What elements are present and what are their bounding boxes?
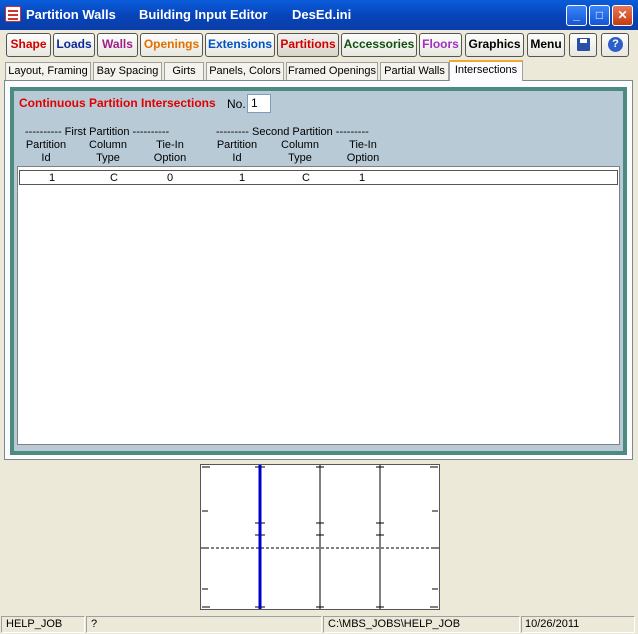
count-input[interactable]: 1 (247, 94, 271, 113)
window-subtitle: Building Input Editor (139, 7, 268, 22)
cell-tie-in-option-1[interactable]: 0 (150, 172, 190, 184)
tab-framed-openings[interactable]: Framed Openings (286, 62, 378, 80)
cell-column-type-1[interactable]: C (94, 172, 134, 184)
walls-button[interactable]: Walls (97, 33, 138, 57)
tab-girts[interactable]: Girts (164, 62, 204, 80)
main-toolbar: Shape Loads Walls Openings Extensions Pa… (0, 30, 638, 59)
status-path: C:\MBS_JOBS\HELP_JOB (323, 616, 520, 633)
status-date: 10/26/2011 (521, 616, 635, 633)
col-header-partition-id-2: Partition Id (216, 139, 258, 164)
tab-intersections[interactable]: Intersections (449, 60, 523, 81)
intersections-frame: Continuous Partition Intersections No. 1… (10, 87, 627, 455)
section-title: Continuous Partition Intersections (19, 96, 216, 110)
cell-partition-id-1[interactable]: 1 (32, 172, 72, 184)
cell-tie-in-option-2[interactable]: 1 (342, 172, 382, 184)
plan-drawing (201, 465, 439, 609)
loads-button[interactable]: Loads (53, 33, 95, 57)
openings-button[interactable]: Openings (140, 33, 203, 57)
window-title: Partition Walls (26, 7, 116, 22)
menu-button[interactable]: Menu (527, 33, 565, 57)
title-bar[interactable]: Partition Walls Building Input Editor De… (0, 0, 638, 30)
maximize-button[interactable]: □ (589, 5, 610, 26)
first-partition-header: ---------- First Partition ---------- (25, 126, 170, 138)
col-header-column-type-1: Column Type (89, 139, 127, 164)
accessories-button[interactable]: Accessories (341, 33, 417, 57)
col-header-column-type-2: Column Type (281, 139, 319, 164)
col-header-tie-in-option-1: Tie-In Option (153, 139, 187, 164)
save-icon (577, 38, 590, 51)
tab-strip: Layout, Framing Bay Spacing Girts Panels… (0, 60, 638, 81)
help-button[interactable]: ? (601, 33, 629, 57)
close-button[interactable]: ✕ (612, 5, 633, 26)
window-file: DesEd.ini (292, 7, 352, 22)
help-icon: ? (608, 37, 623, 52)
table-row[interactable]: 1 C 0 1 C 1 (19, 170, 618, 185)
extensions-button[interactable]: Extensions (205, 33, 275, 57)
status-job: HELP_JOB (1, 616, 85, 633)
status-help: ? (86, 616, 322, 633)
floors-button[interactable]: Floors (419, 33, 462, 57)
minimize-button[interactable]: _ (566, 5, 587, 26)
building-plan-preview (200, 464, 440, 610)
tab-layout-framing[interactable]: Layout, Framing (5, 62, 91, 80)
partitions-button[interactable]: Partitions (277, 33, 339, 57)
tab-bay-spacing[interactable]: Bay Spacing (93, 62, 162, 80)
graphics-button[interactable]: Graphics (465, 33, 524, 57)
status-bar: HELP_JOB ? C:\MBS_JOBS\HELP_JOB 10/26/20… (0, 615, 638, 634)
app-icon (5, 6, 21, 22)
col-header-partition-id-1: Partition Id (25, 139, 67, 164)
count-label: No. (227, 97, 246, 111)
intersections-table[interactable]: 1 C 0 1 C 1 (17, 166, 620, 445)
tab-partial-walls[interactable]: Partial Walls (380, 62, 449, 80)
intersections-panel: Continuous Partition Intersections No. 1… (4, 80, 633, 460)
tab-panels-colors[interactable]: Panels, Colors (206, 62, 284, 80)
col-header-tie-in-option-2: Tie-In Option (346, 139, 380, 164)
second-partition-header: --------- Second Partition --------- (216, 126, 369, 138)
shape-button[interactable]: Shape (6, 33, 51, 57)
cell-partition-id-2[interactable]: 1 (222, 172, 262, 184)
save-button[interactable] (569, 33, 597, 57)
cell-column-type-2[interactable]: C (286, 172, 326, 184)
